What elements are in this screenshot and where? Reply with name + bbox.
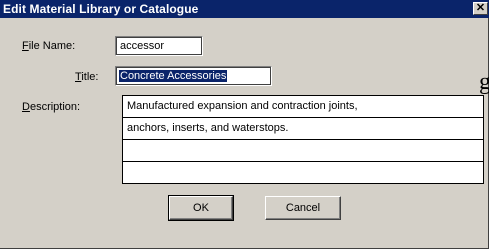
description-line-1[interactable]: Manufactured expansion and contraction j… <box>123 96 483 118</box>
edit-material-library-dialog: Edit Material Library or Catalogue ✕ Fil… <box>0 0 489 249</box>
description-label: Description: <box>22 101 80 113</box>
dialog-title: Edit Material Library or Catalogue <box>3 2 199 16</box>
description-line-4[interactable] <box>123 162 483 184</box>
description-line-2[interactable]: anchors, inserts, and waterstops. <box>123 118 483 140</box>
file-name-label-accel: F <box>22 40 29 52</box>
description-field[interactable]: Manufactured expansion and contraction j… <box>122 95 484 184</box>
description-label-accel: D <box>22 101 30 113</box>
description-line-3[interactable] <box>123 140 483 162</box>
title-label-text: itle: <box>81 71 99 83</box>
background-text-fragment: g <box>479 69 489 95</box>
title-bar[interactable]: Edit Material Library or Catalogue ✕ <box>0 0 489 18</box>
title-label: Title: <box>75 71 98 83</box>
title-field-selected-text: Concrete Accessories <box>119 70 228 82</box>
close-icon[interactable]: ✕ <box>473 2 488 15</box>
file-name-field[interactable]: accessor <box>115 36 203 56</box>
description-label-text: escription: <box>29 101 81 113</box>
ok-button[interactable]: OK <box>168 195 234 221</box>
file-name-label-text: ile Name: <box>28 40 76 52</box>
file-name-label: File Name: <box>22 40 75 52</box>
title-field[interactable]: Concrete Accessories <box>115 66 272 86</box>
cancel-button[interactable]: Cancel <box>265 196 341 220</box>
